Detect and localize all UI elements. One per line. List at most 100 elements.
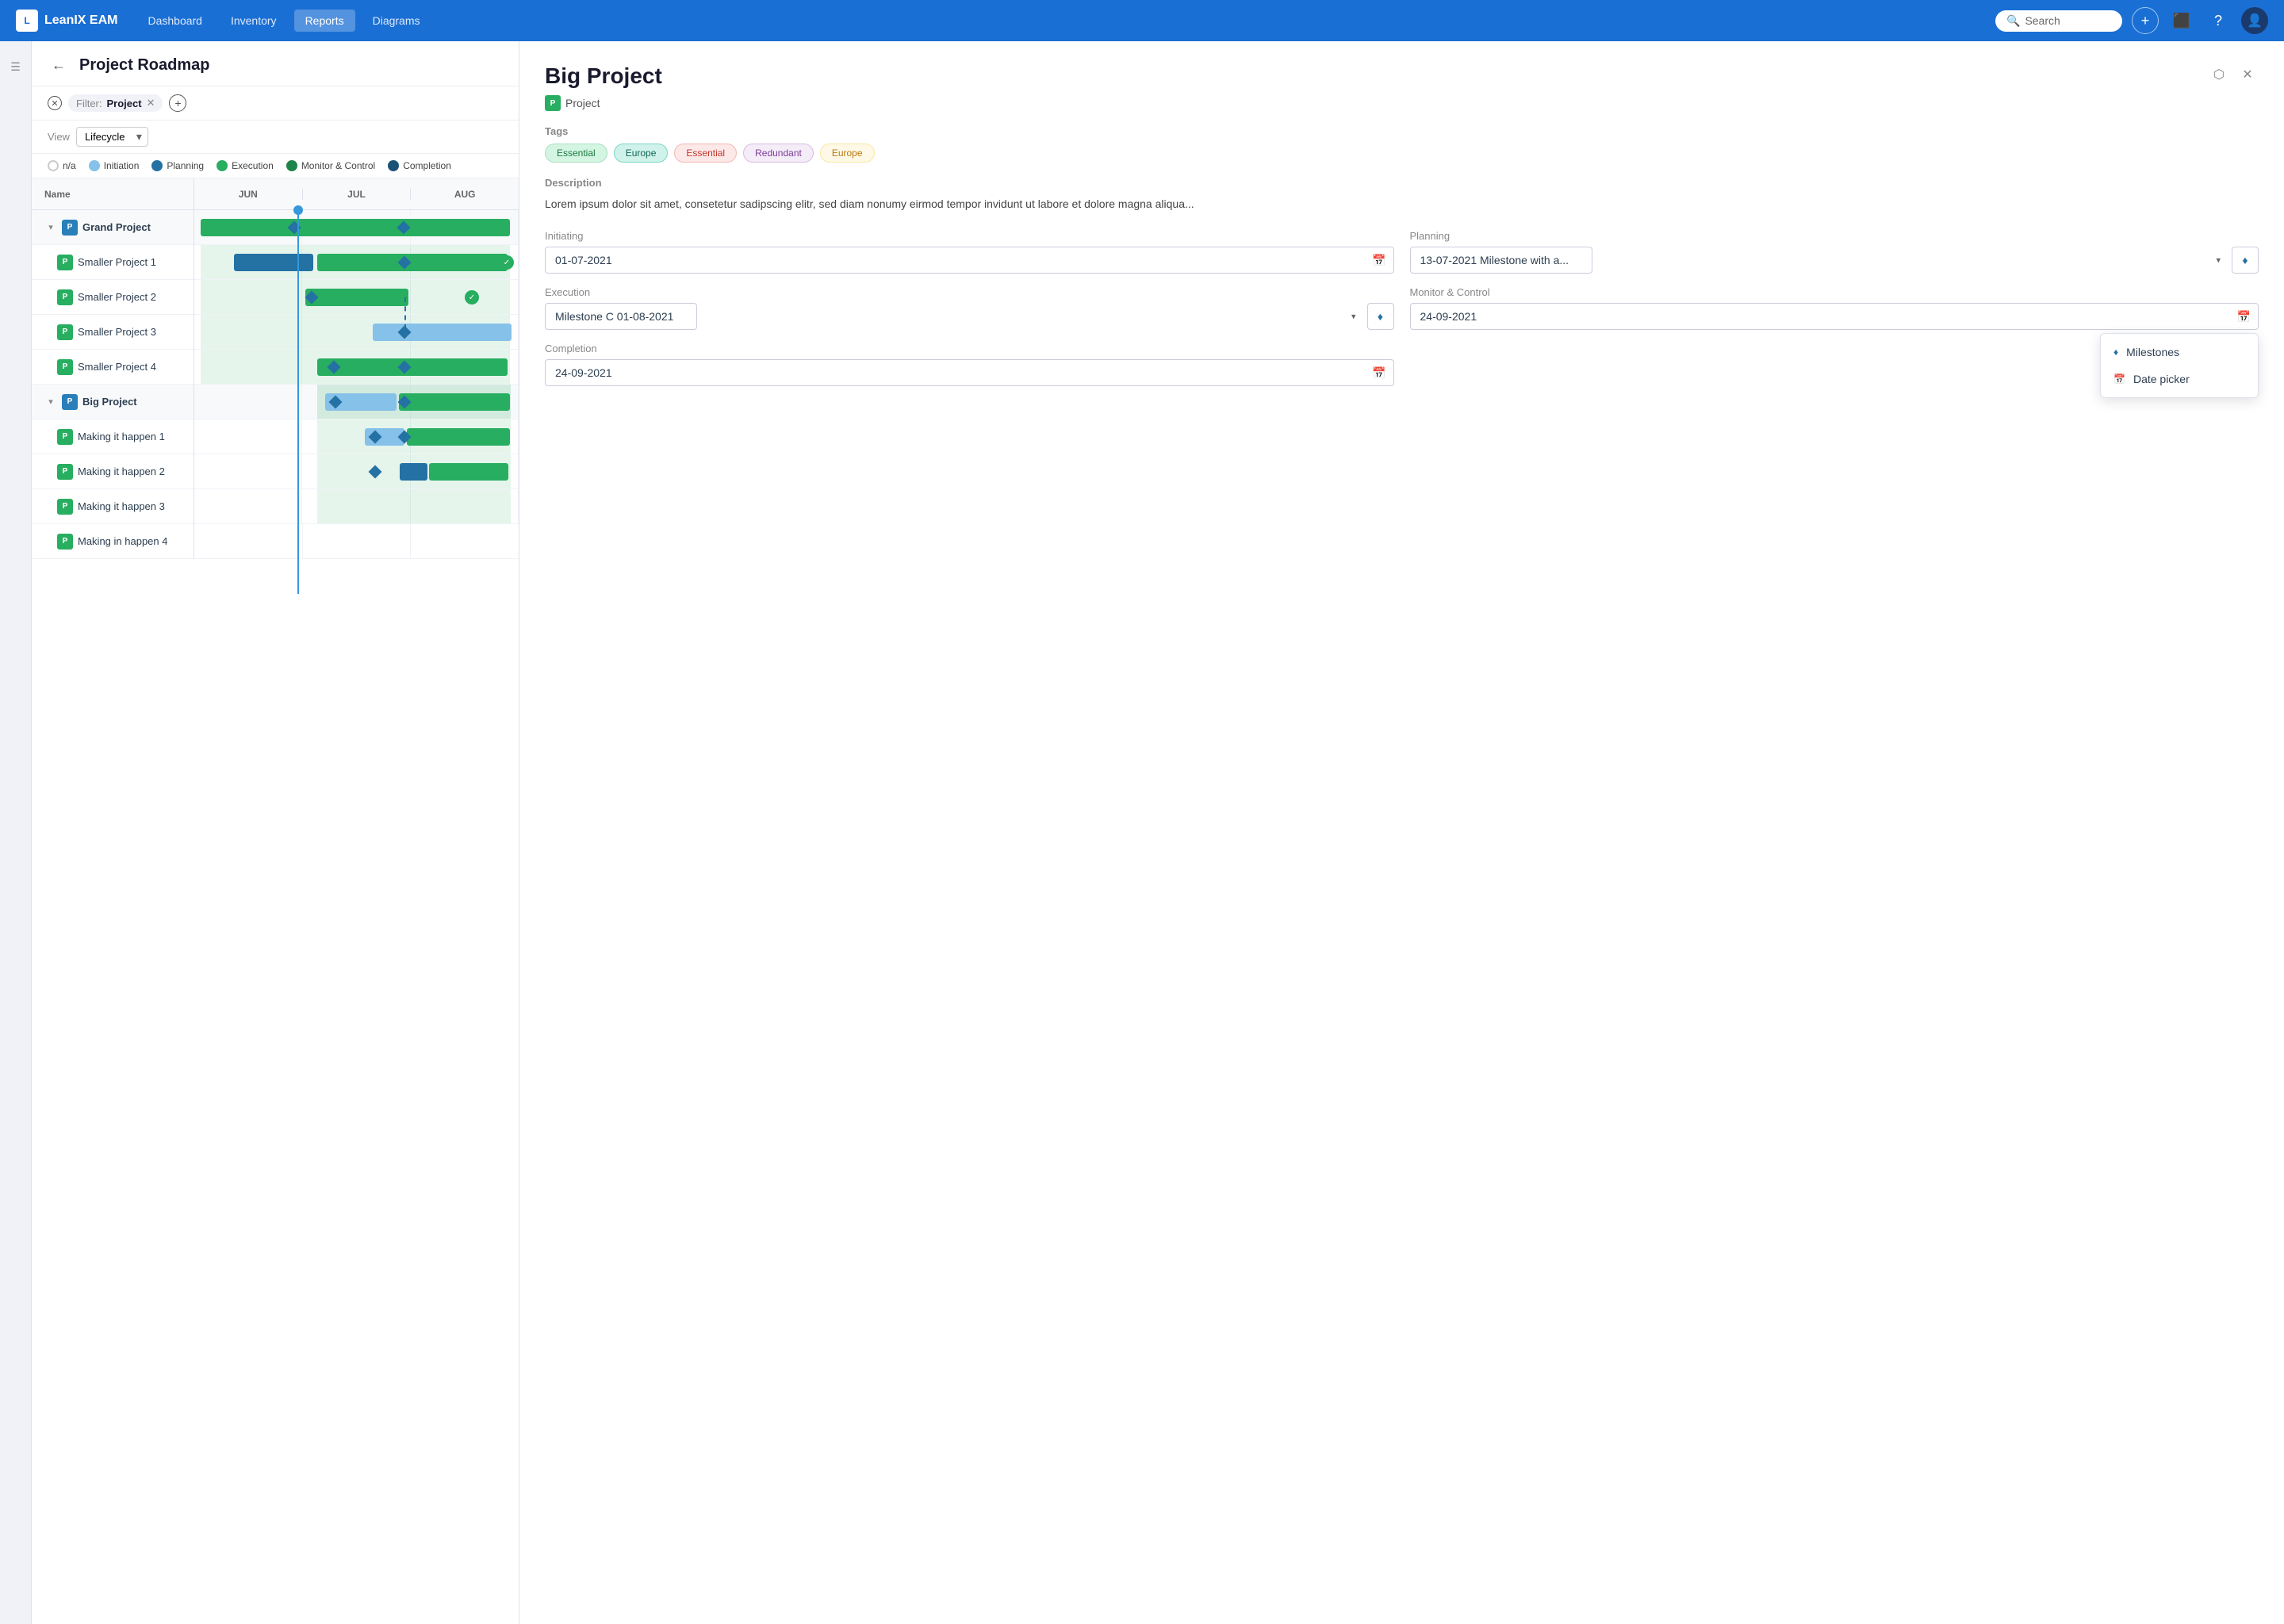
row-name-making-3[interactable]: Making it happen 3 (78, 500, 165, 512)
timeline-row-smaller-1[interactable]: ✓ (194, 245, 519, 280)
gantt-timeline-header: JUN JUL AUG (194, 178, 519, 210)
bar-m1-green[interactable] (407, 428, 510, 446)
collapse-grand-project[interactable]: ▾ (44, 222, 57, 232)
planning-input-wrap: 13-07-2021 Milestone with a... ♦ (1410, 247, 2259, 274)
bar-s2-green[interactable] (305, 289, 408, 306)
row-name-smaller-2[interactable]: Smaller Project 2 (78, 291, 156, 303)
field-execution: Execution Milestone C 01-08-2021 ♦ (545, 286, 1394, 330)
bar-s4-green[interactable] (317, 358, 508, 376)
legend-monitor-dot (286, 160, 297, 171)
execution-select[interactable]: Milestone C 01-08-2021 (545, 303, 697, 330)
execution-label: Execution (545, 286, 1394, 298)
gantt-name-cell-s4: P Smaller Project 4 (32, 359, 194, 375)
legend-completion: Completion (388, 160, 451, 171)
row-name-grand-project[interactable]: Grand Project (82, 221, 151, 233)
badge-smaller-4: P (57, 359, 73, 375)
diamond-icon: ♦ (2113, 347, 2118, 358)
month-jun: JUN (194, 189, 303, 200)
bar-s3-lightblue[interactable] (373, 324, 512, 341)
bar-big-green[interactable] (399, 393, 510, 411)
back-button[interactable]: ← (48, 54, 70, 76)
search-box[interactable]: 🔍 Search (1995, 10, 2122, 32)
row-name-making-4[interactable]: Making in happen 4 (78, 535, 167, 547)
tag-redundant[interactable]: Redundant (743, 144, 814, 163)
tags-row: Essential Europe Essential Redundant Eur… (545, 144, 2259, 163)
timeline-row-making-3[interactable] (194, 489, 519, 524)
logo-icon: L (16, 10, 38, 32)
bar-s1-green[interactable] (317, 254, 508, 271)
dropdown-milestones[interactable]: ♦ Milestones (2101, 339, 2258, 366)
external-link-button[interactable]: ⬡ (2208, 63, 2230, 86)
view-bar: View Lifecycle (32, 121, 519, 154)
user-avatar[interactable]: 👤 (2241, 7, 2268, 34)
planning-select[interactable]: 13-07-2021 Milestone with a... (1410, 247, 1592, 274)
description-section-label: Description (545, 177, 2259, 189)
add-button[interactable]: + (2132, 7, 2159, 34)
monitor-dropdown: ♦ Milestones 📅 Date picker (2100, 333, 2259, 398)
clear-filter-button[interactable]: ✕ (48, 96, 62, 110)
legend-planning-dot (151, 160, 163, 171)
legend-monitor: Monitor & Control (286, 160, 375, 171)
gantt-name-cell-big: ▾ P Big Project (32, 394, 194, 410)
row-name-smaller-3[interactable]: Smaller Project 3 (78, 326, 156, 338)
nav-inventory[interactable]: Inventory (220, 10, 288, 32)
bar-m2-blue[interactable] (400, 463, 427, 481)
app-logo[interactable]: L LeanIX EAM (16, 10, 117, 32)
gantt-name-cell-m3: P Making it happen 3 (32, 499, 194, 515)
timeline-row-smaller-3[interactable] (194, 315, 519, 350)
timeline-row-making-1[interactable] (194, 419, 519, 454)
gantt-name-cell-m2: P Making it happen 2 (32, 464, 194, 480)
execution-milestone-btn[interactable]: ♦ (1367, 303, 1394, 330)
field-initiating: Initiating 📅 (545, 230, 1394, 274)
planning-milestone-btn[interactable]: ♦ (2232, 247, 2259, 274)
page-title: Project Roadmap (79, 56, 209, 75)
dropdown-datepicker[interactable]: 📅 Date picker (2101, 366, 2258, 393)
toggle-sidebar-button[interactable]: ☰ (6, 57, 25, 76)
add-filter-button[interactable]: + (169, 94, 186, 112)
notifications-icon[interactable]: ⬛ (2168, 7, 2195, 34)
filter-bar: ✕ Filter: Project ✕ + (32, 86, 519, 121)
nav-reports[interactable]: Reports (294, 10, 355, 32)
nav-diagrams[interactable]: Diagrams (362, 10, 431, 32)
badge-making-4: P (57, 534, 73, 550)
gantt-row-grand-project: ▾ P Grand Project (32, 210, 194, 245)
monitor-input[interactable] (1410, 303, 2259, 330)
remove-filter-tag[interactable]: ✕ (147, 97, 155, 109)
timeline-row-smaller-4[interactable] (194, 350, 519, 385)
timeline-row-making-2[interactable] (194, 454, 519, 489)
help-icon[interactable]: ? (2205, 7, 2232, 34)
completion-input[interactable] (545, 359, 1394, 386)
complete-icon-s1: ✓ (500, 255, 514, 270)
monitor-label: Monitor & Control (1410, 286, 2259, 298)
gantt-name-cell-s2: P Smaller Project 2 (32, 289, 194, 305)
row-name-making-1[interactable]: Making it happen 1 (78, 431, 165, 442)
badge-making-3: P (57, 499, 73, 515)
badge-making-1: P (57, 429, 73, 445)
row-name-smaller-1[interactable]: Smaller Project 1 (78, 256, 156, 268)
bar-s1-blue[interactable] (234, 254, 313, 271)
today-line (297, 210, 299, 594)
initiating-input[interactable] (545, 247, 1394, 274)
tag-essential-1[interactable]: Essential (545, 144, 607, 163)
legend-execution: Execution (217, 160, 274, 171)
collapse-big-project[interactable]: ▾ (44, 396, 57, 407)
gantt-grid: Name ▾ P Grand Project P (32, 178, 519, 559)
timeline-row-grand[interactable] (194, 210, 519, 245)
timeline-row-big[interactable] (194, 385, 519, 419)
tag-europe-1[interactable]: Europe (614, 144, 669, 163)
bar-grand-project[interactable] (201, 219, 510, 236)
view-select[interactable]: Lifecycle (76, 127, 148, 147)
completion-label: Completion (545, 343, 1394, 354)
bar-m2-green[interactable] (429, 463, 508, 481)
close-button[interactable]: ✕ (2236, 63, 2259, 86)
badge-making-2: P (57, 464, 73, 480)
tag-essential-2[interactable]: Essential (674, 144, 737, 163)
tag-europe-2[interactable]: Europe (820, 144, 875, 163)
sidebar-toggle: ☰ (0, 41, 32, 1624)
row-name-smaller-4[interactable]: Smaller Project 4 (78, 361, 156, 373)
row-name-making-2[interactable]: Making it happen 2 (78, 465, 165, 477)
nav-dashboard[interactable]: Dashboard (136, 10, 213, 32)
timeline-row-smaller-2[interactable]: ✓ (194, 280, 519, 315)
row-name-big-project[interactable]: Big Project (82, 396, 137, 408)
timeline-row-making-4[interactable] (194, 524, 519, 559)
